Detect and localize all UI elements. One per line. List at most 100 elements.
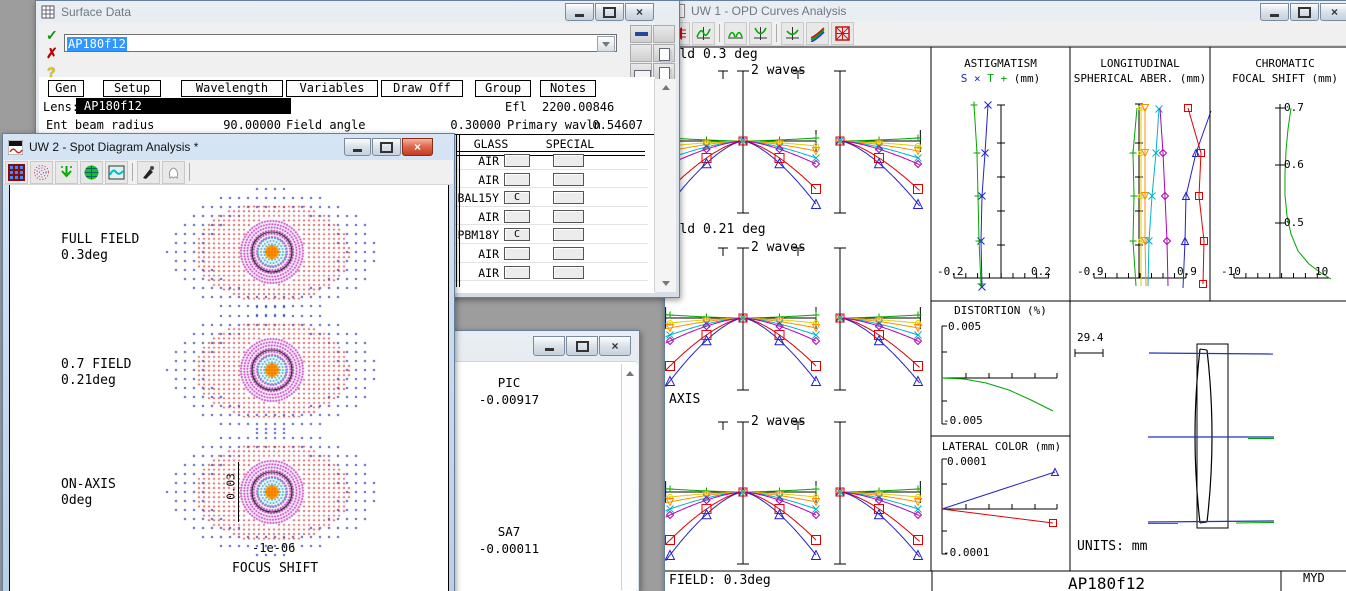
field-angle-label: Field angle [286, 118, 366, 132]
distortion-ymin: -0.005 [943, 414, 983, 427]
tab-group[interactable]: Group [475, 80, 531, 97]
lens-label: Lens: [43, 100, 80, 114]
special-button[interactable] [553, 265, 584, 279]
toolbar-separator [189, 163, 190, 181]
toolbar-dual-curve-icon[interactable] [724, 21, 747, 45]
toolbar-mtf-icon[interactable] [105, 160, 128, 184]
opd-maximize-button[interactable] [1290, 3, 1319, 21]
primary-wavln-value[interactable]: 0.54607 [538, 118, 643, 132]
toolbar-wavefront-icon[interactable] [55, 160, 78, 184]
glass-flag-button[interactable]: C [504, 191, 530, 205]
sd-close-button[interactable]: × [625, 3, 654, 21]
chromatic-title2: FOCAL SHIFT (mm) [1232, 72, 1338, 85]
sd-scroll-down[interactable] [655, 276, 676, 291]
distortion-ymax: 0.005 [948, 320, 982, 333]
special-button[interactable] [553, 172, 584, 186]
sd-window-title: Surface Data [61, 5, 132, 19]
sd-lens-id-field[interactable]: AP180f12 [64, 34, 617, 52]
glass-column-header: GLASS [473, 137, 509, 151]
sd-scroll-up[interactable] [655, 80, 676, 95]
lens-name-value: AP180f12 [84, 99, 142, 113]
toolbar-ghost-icon[interactable] [162, 160, 185, 184]
opd-window-title: UW 1 - OPD Curves Analysis [691, 4, 847, 18]
sd-tool-copy-icon[interactable] [653, 44, 675, 62]
toolbar-multicolor-curves-icon[interactable] [806, 21, 829, 45]
sd-tool-insert-row-icon[interactable] [630, 25, 652, 43]
ent-beam-radius-value[interactable]: 90.00000 [176, 118, 281, 132]
special-button[interactable] [553, 209, 584, 223]
special-button[interactable] [553, 154, 584, 167]
aux-minimize-button[interactable] [533, 336, 565, 356]
chromatic-ytick: 0.5 [1284, 216, 1304, 229]
glass-flag-button[interactable] [504, 265, 530, 279]
cancel-icon[interactable]: ✗ [46, 45, 58, 62]
tab-draw-off[interactable]: Draw Off [381, 80, 463, 97]
toolbar-separator [776, 24, 777, 42]
special-button[interactable] [553, 228, 584, 242]
toolbar-field-curve-icon[interactable] [749, 21, 772, 45]
tab-variables[interactable]: Variables [286, 80, 378, 97]
sd-lens-id-value: AP180f12 [67, 37, 127, 51]
help-icon[interactable]: ? [47, 64, 56, 80]
special-button[interactable] [553, 191, 584, 205]
spot-field-label: FULL FIELD [61, 232, 140, 247]
chromatic-ytick: 0.6 [1284, 158, 1304, 171]
tab-setup[interactable]: Setup [103, 80, 161, 97]
tab-gen[interactable]: Gen [48, 80, 84, 97]
opd-titlebar[interactable]: UW 1 - OPD Curves Analysis [665, 1, 1346, 21]
toolbar-grid-distortion-icon[interactable] [831, 21, 854, 45]
aux-close-button[interactable]: × [599, 336, 631, 356]
lateral-ymax: 0.0001 [947, 455, 987, 468]
spot-field-angle: 0.3deg [61, 248, 108, 263]
spot-field-label: 0.7 FIELD [61, 357, 132, 372]
field-angle-value[interactable]: 0.30000 [396, 118, 501, 132]
special-button[interactable] [553, 247, 584, 260]
aux-scrollbar[interactable] [621, 364, 638, 590]
lsa-xmin: -0.9 [1077, 265, 1104, 278]
glass-flag-button[interactable] [504, 154, 530, 167]
lens-scale-label: 29.4 [1077, 331, 1104, 344]
lateral-color-title: LATERAL COLOR (mm) [941, 440, 1062, 453]
glass-flag-button[interactable] [504, 247, 530, 260]
opd-scale-label: 2 waves [751, 63, 806, 78]
opd-close-button[interactable]: × [1320, 3, 1346, 21]
toolbar-through-focus-icon[interactable] [781, 21, 804, 45]
spot-field-angle: 0.21deg [61, 373, 116, 388]
spot-maximize-button[interactable] [372, 138, 401, 156]
toolbar-spot-grid-icon[interactable] [5, 160, 28, 184]
toolbar-spot-rings-icon[interactable] [30, 160, 53, 184]
lens-name-field[interactable]: AP180f12 [76, 98, 291, 114]
opd-scale-label: 2 waves [751, 240, 806, 255]
glass-flag-button[interactable]: C [504, 228, 530, 242]
footer-field: FIELD: 0.3deg [669, 573, 771, 588]
opd-scale-label: 2 waves [751, 414, 806, 429]
glass-flag-button[interactable] [504, 209, 530, 223]
opd-plot-canvas [665, 45, 1346, 591]
efl-label: Efl [505, 100, 527, 114]
sd-tool-blank-button[interactable] [653, 25, 675, 43]
toolbar-opd-fan-icon[interactable] [692, 21, 715, 45]
toolbar-separator [719, 24, 720, 42]
accept-icon[interactable]: ✓ [46, 27, 58, 44]
sd-minimize-button[interactable] [565, 3, 594, 21]
lens-units-label: UNITS: mm [1077, 539, 1148, 554]
spot-close-button[interactable]: × [402, 138, 433, 156]
aux-scroll-up[interactable] [622, 366, 638, 381]
opd-toolbar [666, 21, 1346, 46]
sd-scrollbar[interactable] [654, 79, 676, 292]
toolbar-psf-icon[interactable] [80, 160, 103, 184]
toolbar-airbrush-icon[interactable] [137, 160, 160, 184]
chromatic-xmax: 10 [1315, 265, 1329, 278]
sd-tool-blank-button[interactable] [630, 44, 652, 62]
tab-wavelength[interactable]: Wavelength [181, 80, 283, 97]
aux-maximize-button[interactable] [566, 336, 598, 356]
chromatic-xmin: -10 [1221, 265, 1241, 278]
sd-maximize-button[interactable] [595, 3, 624, 21]
astig-xmax: 0.2 [1031, 265, 1051, 278]
aux-item-label: PIC [497, 375, 521, 390]
glass-flag-button[interactable] [504, 172, 530, 186]
spot-minimize-button[interactable] [344, 138, 371, 156]
sd-lens-id-dropdown[interactable] [597, 36, 615, 52]
tab-notes[interactable]: Notes [540, 80, 596, 97]
opd-minimize-button[interactable] [1260, 3, 1289, 21]
